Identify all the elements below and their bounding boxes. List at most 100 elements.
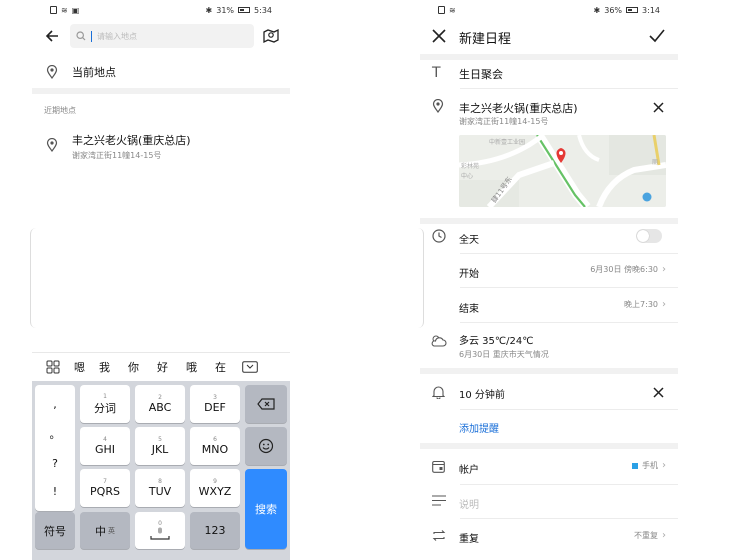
map-label: 中新壹工业园 xyxy=(489,139,526,146)
all-day-label: 全天 xyxy=(459,235,479,246)
row-divider xyxy=(460,409,678,410)
key-7[interactable]: 7 PQRS xyxy=(80,469,130,507)
remove-reminder-icon[interactable] xyxy=(653,387,664,398)
emoji-icon xyxy=(258,438,274,454)
start-time-button[interactable]: 6月30日 傍晚6:30 › xyxy=(590,264,666,275)
divider xyxy=(420,443,678,449)
key-6[interactable]: 6 MNO xyxy=(190,427,240,465)
confirm-check-icon[interactable] xyxy=(649,29,665,43)
start-label: 开始 xyxy=(459,269,479,280)
location-name[interactable]: 丰之兴老火锅(重庆总店) xyxy=(459,100,578,116)
bluetooth-icon: ✱ xyxy=(205,5,213,15)
symbol-key[interactable]: 符号 xyxy=(35,512,75,549)
numbers-key[interactable]: 123 xyxy=(190,512,240,549)
candidate-word[interactable]: 好 xyxy=(157,359,168,375)
clock: 5:34 xyxy=(254,5,272,15)
chevron-right-icon: › xyxy=(662,530,666,541)
lang-label: 中 xyxy=(95,524,106,538)
account-selector[interactable]: 手机 › xyxy=(632,460,666,471)
start-time-value: 6月30日 傍晚6:30 xyxy=(590,265,658,274)
all-day-toggle[interactable] xyxy=(636,229,662,243)
key-9[interactable]: 9 WXYZ xyxy=(190,469,240,507)
battery-percent: 36% xyxy=(604,5,623,15)
punct-key[interactable]: ! xyxy=(53,485,57,498)
back-arrow-icon[interactable] xyxy=(44,28,60,44)
candidate-bar: 嗯 我 你 好 哦 在 xyxy=(32,352,290,381)
divider xyxy=(32,88,290,94)
end-label: 结束 xyxy=(459,304,479,315)
add-reminder-link[interactable]: 添加提醒 xyxy=(459,420,499,435)
event-title-field[interactable]: 生日聚会 xyxy=(459,66,503,82)
cloudy-weather-icon xyxy=(431,335,447,347)
end-time-button[interactable]: 晚上7:30 › xyxy=(624,299,666,310)
map-icon[interactable] xyxy=(262,27,280,45)
calendar-account-icon xyxy=(432,460,445,473)
key-1[interactable]: 1 分词 xyxy=(80,385,130,423)
repeat-value: 不重复 xyxy=(634,531,658,540)
search-placeholder: 请输入地点 xyxy=(97,31,137,41)
row-divider xyxy=(460,287,678,288)
bell-icon xyxy=(432,386,445,399)
candidate-word[interactable]: 嗯 xyxy=(74,359,85,375)
app-icon: ▣ xyxy=(71,5,80,15)
screen-edge xyxy=(416,228,424,328)
hide-keyboard-icon[interactable] xyxy=(242,361,258,373)
key-4[interactable]: 4 GHI xyxy=(80,427,130,465)
grid-menu-icon[interactable] xyxy=(46,360,60,374)
key-5[interactable]: 5 JKL xyxy=(135,427,185,465)
status-bar: ≋ ✱ 36% 3:14 xyxy=(420,0,678,20)
candidate-word[interactable]: 在 xyxy=(215,359,226,375)
bluetooth-icon: ✱ xyxy=(593,5,601,15)
chevron-right-icon: › xyxy=(662,460,666,471)
candidate-word[interactable]: 我 xyxy=(99,359,110,375)
punct-key[interactable]: , xyxy=(53,398,57,411)
current-location-row[interactable]: 当前地点 xyxy=(32,56,290,88)
battery-percent: 31% xyxy=(216,5,235,15)
battery-icon xyxy=(238,7,251,13)
weather-subtitle: 6月30日 重庆市天气情况 xyxy=(459,350,549,359)
account-label: 帐户 xyxy=(459,465,479,476)
punct-key[interactable]: ? xyxy=(52,457,58,470)
search-input[interactable]: 请输入地点 xyxy=(70,24,254,48)
candidate-word[interactable]: 哦 xyxy=(186,359,197,375)
space-key[interactable]: 0 xyxy=(135,512,185,549)
battery-icon xyxy=(626,7,639,13)
close-icon[interactable] xyxy=(432,29,446,43)
row-divider xyxy=(460,88,678,89)
description-field[interactable]: 说明 xyxy=(459,496,479,511)
search-key[interactable]: 搜索 xyxy=(245,469,287,549)
location-map[interactable]: 中新壹工业园 彩林苑 中心 丽 肆11号东 xyxy=(459,135,666,207)
repeat-selector[interactable]: 不重复 › xyxy=(634,530,666,541)
key-3[interactable]: 3 DEF xyxy=(190,385,240,423)
backspace-key[interactable] xyxy=(245,385,287,423)
language-key[interactable]: 中英 xyxy=(80,512,130,549)
location-pin-icon xyxy=(46,138,58,152)
text-cursor xyxy=(91,30,92,42)
emoji-key[interactable] xyxy=(245,427,287,465)
repeat-icon xyxy=(432,530,446,541)
row-divider xyxy=(460,518,678,519)
current-location-label: 当前地点 xyxy=(72,66,116,79)
toggle-knob xyxy=(637,230,649,242)
reminder-value[interactable]: 10 分钟前 xyxy=(459,386,505,401)
key-8[interactable]: 8 TUV xyxy=(135,469,185,507)
punct-key[interactable]: 。 xyxy=(50,426,61,442)
repeat-label: 重复 xyxy=(459,534,479,545)
row-divider xyxy=(460,322,678,323)
clear-location-icon[interactable] xyxy=(653,102,664,113)
map-label: 彩林苑 xyxy=(461,163,480,170)
description-lines-icon xyxy=(432,495,446,506)
list-item[interactable]: 丰之兴老火锅(重庆总店) 谢家湾正街11幢14-15号 xyxy=(32,126,290,166)
search-icon xyxy=(76,31,86,41)
clock: 3:14 xyxy=(642,5,660,15)
account-value: 手机 xyxy=(642,461,658,470)
recent-location-name: 丰之兴老火锅(重庆总店) xyxy=(72,134,191,147)
key-2[interactable]: 2 ABC xyxy=(135,385,185,423)
clock-icon xyxy=(432,229,446,243)
recent-location-address: 谢家湾正街11幢14-15号 xyxy=(72,151,162,160)
candidate-word[interactable]: 你 xyxy=(128,359,139,375)
location-pin-icon xyxy=(46,65,58,79)
page-title: 新建日程 xyxy=(459,32,512,47)
divider xyxy=(420,54,678,60)
weather-title: 多云 35℃/24℃ xyxy=(459,336,534,347)
